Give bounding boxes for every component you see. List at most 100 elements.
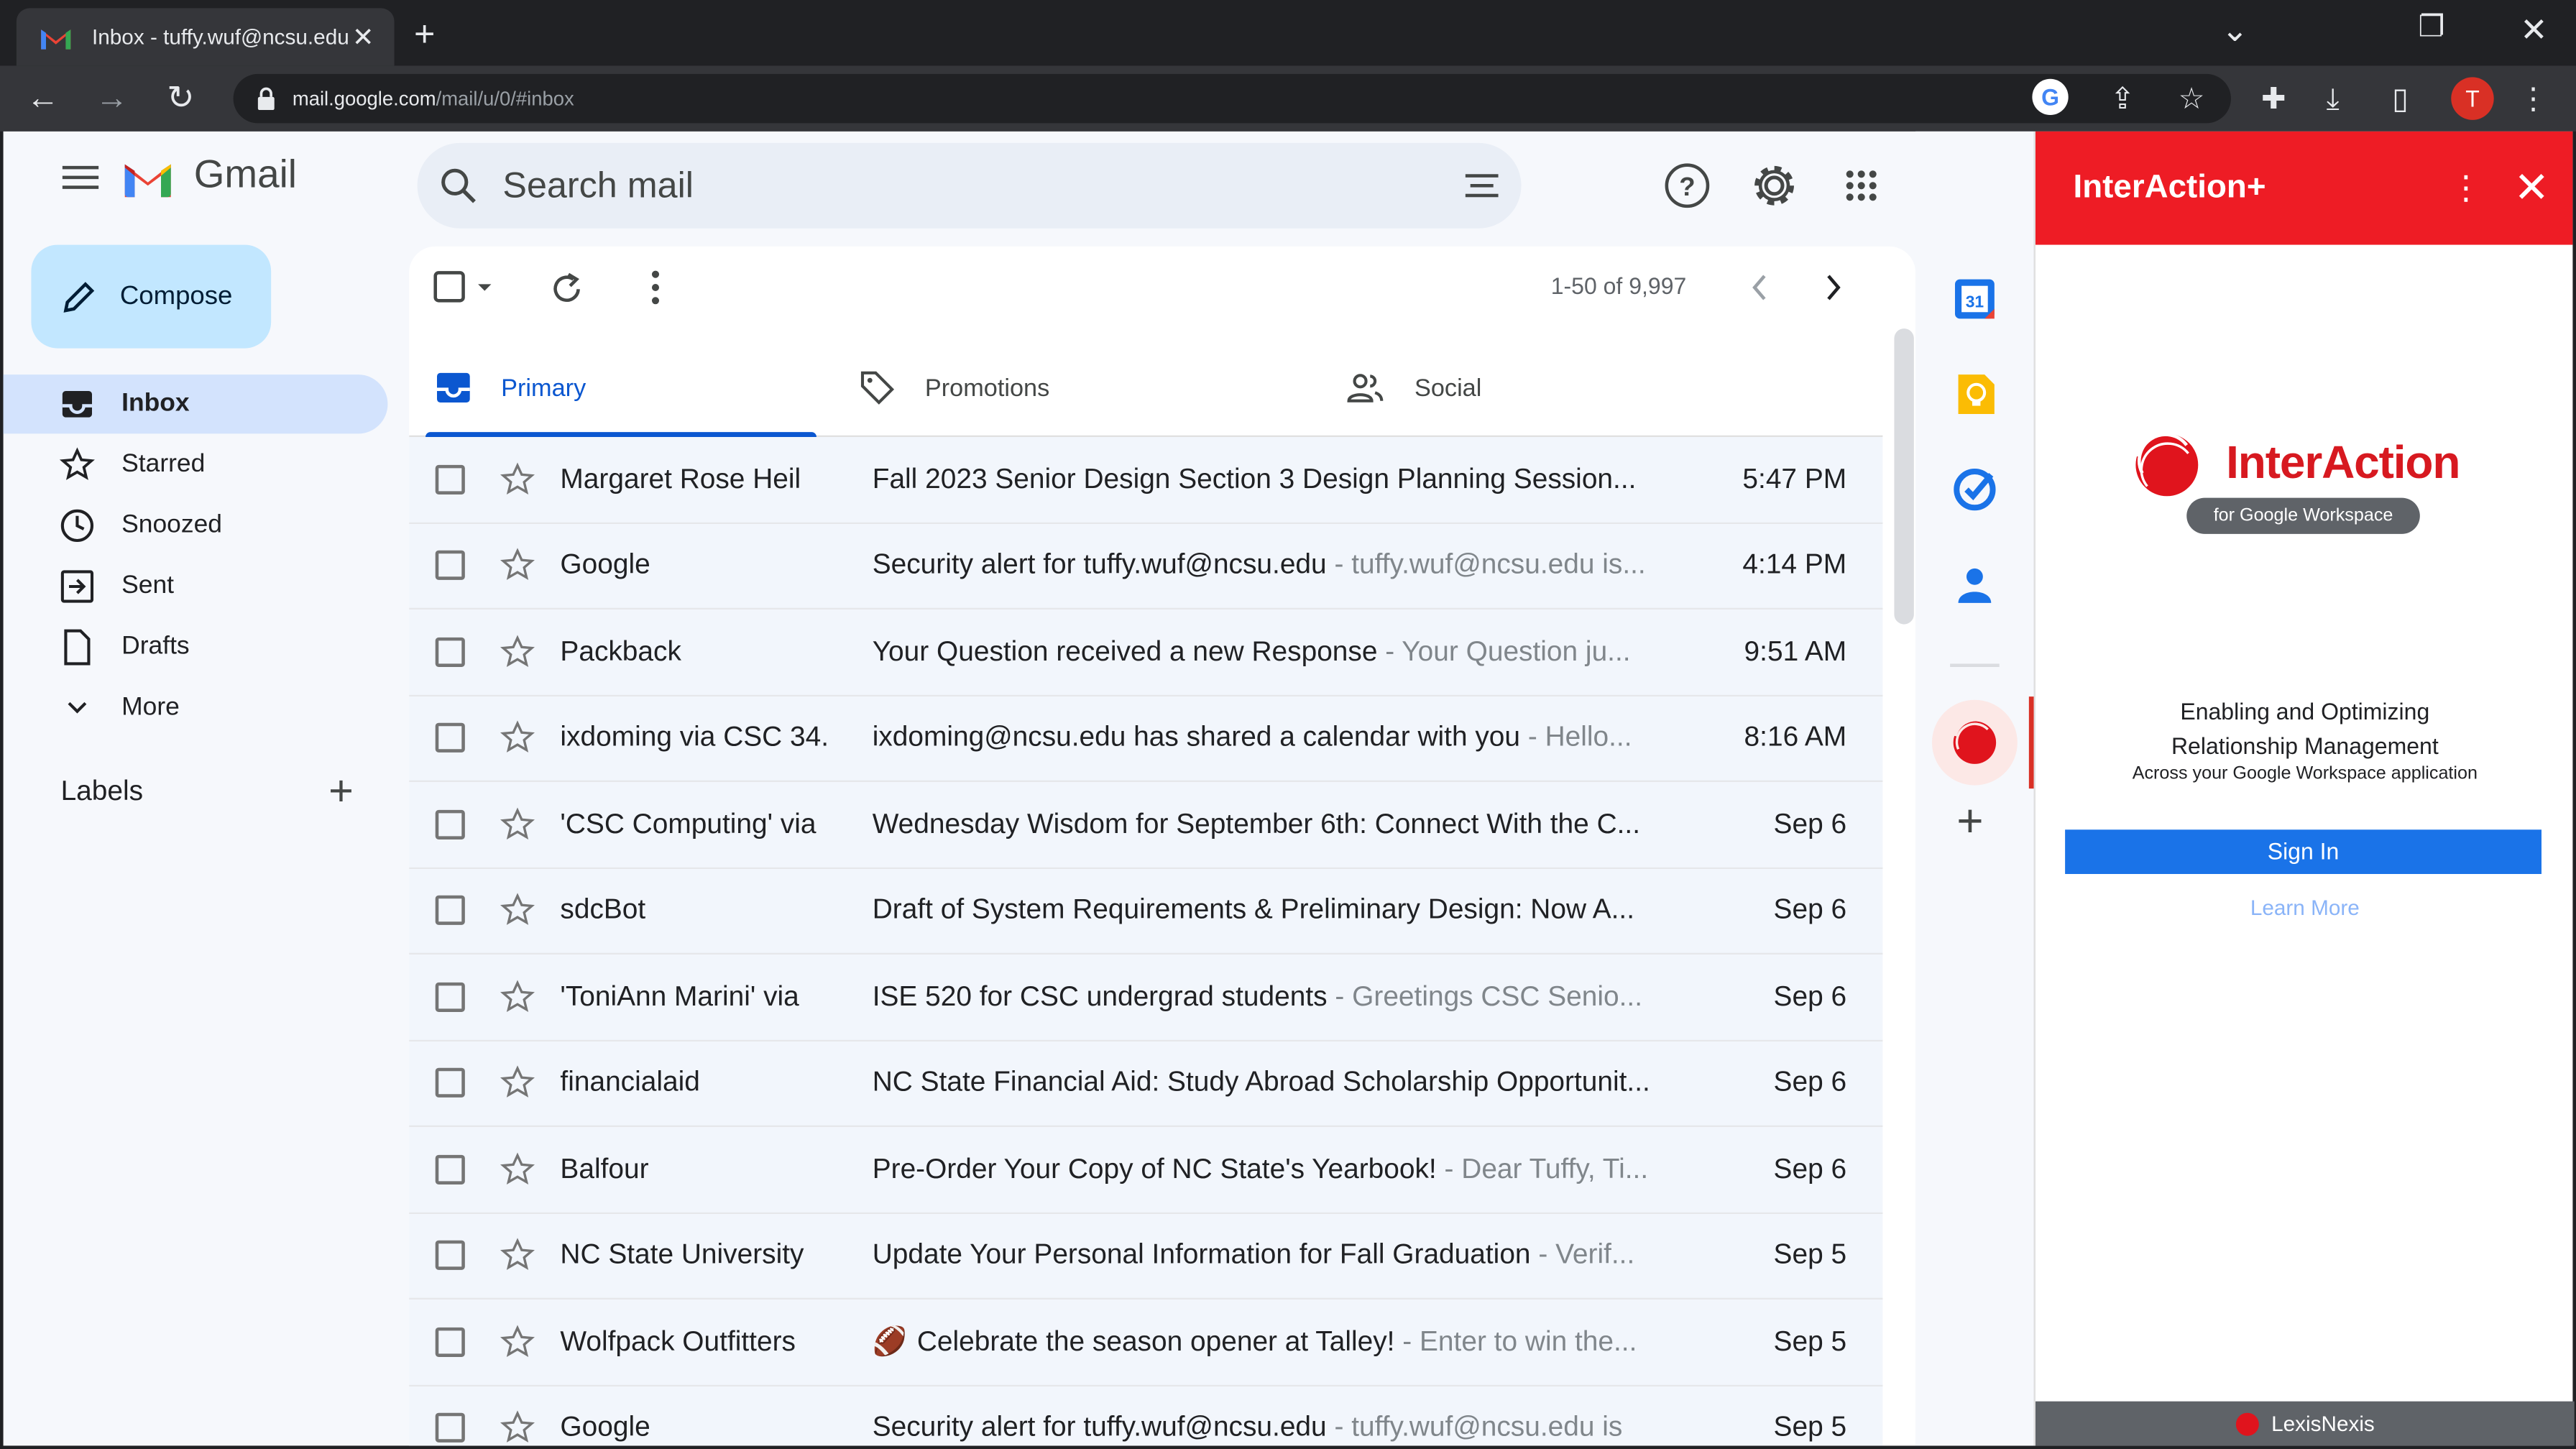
add-label-icon[interactable]: + [328,769,354,811]
email-row[interactable]: 'ToniAnn Marini' via ISE 520 for CSC unde… [409,954,1883,1041]
star-icon[interactable] [498,806,538,842]
email-sender: 'ToniAnn Marini' via [560,980,799,1012]
nav-item-more[interactable]: More [4,678,388,737]
restore-window-icon[interactable]: ❐ [2419,10,2445,45]
tab-primary[interactable]: Primary [425,339,816,437]
side-panel-icon[interactable]: ▯ [2380,79,2420,119]
nav-item-sent[interactable]: Sent [4,557,388,616]
browser-toolbar: ← → ↻ mail.google.com/mail/u/0/#inbox G … [0,65,2576,132]
get-addons-icon[interactable]: + [1956,795,1983,847]
star-icon[interactable] [498,634,538,670]
row-checkbox[interactable] [435,1327,465,1357]
close-tab-icon[interactable]: ✕ [349,21,378,54]
back-icon[interactable]: ← [23,79,63,119]
row-checkbox[interactable] [435,1068,465,1098]
nav-item-drafts[interactable]: Drafts [4,617,388,676]
search-bar[interactable]: Search mail [417,142,1522,229]
address-bar[interactable]: mail.google.com/mail/u/0/#inbox [233,73,2231,124]
chevron-down-icon[interactable]: ⌄ [2221,10,2248,51]
extensions-icon[interactable]: ✚ [2254,79,2294,119]
select-all-checkbox[interactable] [432,270,497,314]
sign-in-button[interactable]: Sign In [2065,829,2542,874]
star-icon[interactable] [498,461,538,497]
email-row[interactable]: ixdoming via CSC 34. ixdoming@ncsu.edu ha… [409,695,1883,782]
row-checkbox[interactable] [435,1241,465,1271]
share-icon[interactable]: ⇪ [2103,79,2143,119]
email-row[interactable]: Balfour Pre-Order Your Copy of NC State's… [409,1126,1883,1213]
refresh-icon[interactable] [547,270,586,317]
row-checkbox[interactable] [435,551,465,581]
page-count: 1-50 of 9,997 [1550,272,1687,299]
star-icon[interactable] [498,1324,538,1360]
more-vert-icon[interactable]: ⋮ [2442,167,2491,208]
email-row[interactable]: Google Security alert for tuffy.wuf@ncsu.… [409,523,1883,610]
browser-profile-avatar[interactable]: T [2451,77,2494,120]
calendar-icon[interactable]: 31 [1951,276,1997,322]
main-menu-icon[interactable] [62,161,99,190]
settings-gear-icon[interactable] [1749,161,1799,211]
nav-label: Inbox [121,389,190,418]
keep-icon[interactable] [1951,372,1997,418]
search-options-icon[interactable] [1465,167,1499,203]
more-options-icon[interactable] [649,266,662,317]
email-subject: ISE 520 for CSC undergrad students [872,980,1328,1012]
row-checkbox[interactable] [435,1413,465,1443]
reload-icon[interactable]: ↻ [161,79,201,119]
email-row[interactable]: Google Security alert for tuffy.wuf@ncsu.… [409,1385,1883,1446]
contacts-icon[interactable] [1951,562,1997,608]
tab-promotions[interactable]: Promotions [859,339,1319,437]
row-checkbox[interactable] [435,464,465,494]
email-row[interactable]: Margaret Rose Heil Fall 2023 Senior Desig… [409,436,1883,523]
row-checkbox[interactable] [435,809,465,840]
email-row[interactable]: NC State University Update Your Personal … [409,1213,1883,1300]
bookmark-star-icon[interactable]: ☆ [2172,79,2212,119]
new-tab-icon[interactable]: + [414,14,435,55]
row-checkbox[interactable] [435,1154,465,1184]
row-checkbox[interactable] [435,723,465,753]
email-subject-line: 🏈 Celebrate the season opener at Talley! … [873,1325,1678,1358]
email-row[interactable]: Wolfpack Outfitters 🏈 Celebrate the season… [409,1299,1883,1386]
email-subject-line: Wednesday Wisdom for September 6th: Conn… [873,808,1678,841]
close-window-icon[interactable]: ✕ [2520,10,2547,51]
star-icon[interactable] [498,1065,538,1101]
star-icon[interactable] [498,1410,538,1446]
browser-menu-icon[interactable]: ⋮ [2513,79,2553,119]
interaction-tagline: Enabling and Optimizing Relationship Man… [2036,695,2575,764]
close-panel-icon[interactable]: ✕ [2490,162,2572,213]
row-checkbox[interactable] [435,982,465,1012]
help-icon[interactable]: ? [1662,161,1712,211]
star-icon[interactable] [498,1238,538,1274]
newer-page-icon[interactable] [1822,272,1845,310]
star-icon[interactable] [498,1151,538,1187]
google-lens-icon[interactable]: G [2030,77,2070,116]
email-row[interactable]: sdcBot Draft of System Requirements & Pre… [409,868,1883,954]
search-input[interactable]: Search mail [502,165,1465,207]
email-row[interactable]: 'CSC Computing' via Wednesday Wisdom for … [409,781,1883,868]
apps-grid-icon[interactable] [1836,161,1886,211]
tasks-icon[interactable] [1951,466,1997,512]
older-page-icon[interactable] [1748,272,1771,310]
star-icon[interactable] [498,893,538,929]
learn-more-link[interactable]: Learn More [2036,896,2575,920]
forward-icon[interactable]: → [92,79,132,119]
compose-button[interactable]: Compose [31,244,272,349]
row-checkbox[interactable] [435,637,465,667]
nav-item-starred[interactable]: Starred [4,436,388,494]
gmail-logo-icon [124,164,171,198]
search-icon[interactable] [437,165,479,207]
browser-tab[interactable]: Inbox - tuffy.wuf@ncsu.edu ✕ [16,8,395,66]
tab-social[interactable]: Social [1346,339,1806,437]
scrollbar[interactable] [1894,328,1914,625]
download-icon[interactable]: ⤓ [2313,79,2352,119]
nav-item-snoozed[interactable]: Snoozed [4,496,388,555]
email-sender: Wolfpack Outfitters [560,1325,796,1357]
email-row[interactable]: financialaid NC State Financial Aid: Stud… [409,1040,1883,1127]
star-icon[interactable] [498,548,538,584]
tab-label: Primary [501,373,586,402]
interaction-addon-button[interactable] [1931,699,2018,786]
nav-item-inbox[interactable]: Inbox [3,374,388,434]
email-row[interactable]: Packback Your Question received a new Res… [409,609,1883,696]
row-checkbox[interactable] [435,896,465,926]
star-icon[interactable] [498,979,538,1015]
star-icon[interactable] [498,720,538,756]
